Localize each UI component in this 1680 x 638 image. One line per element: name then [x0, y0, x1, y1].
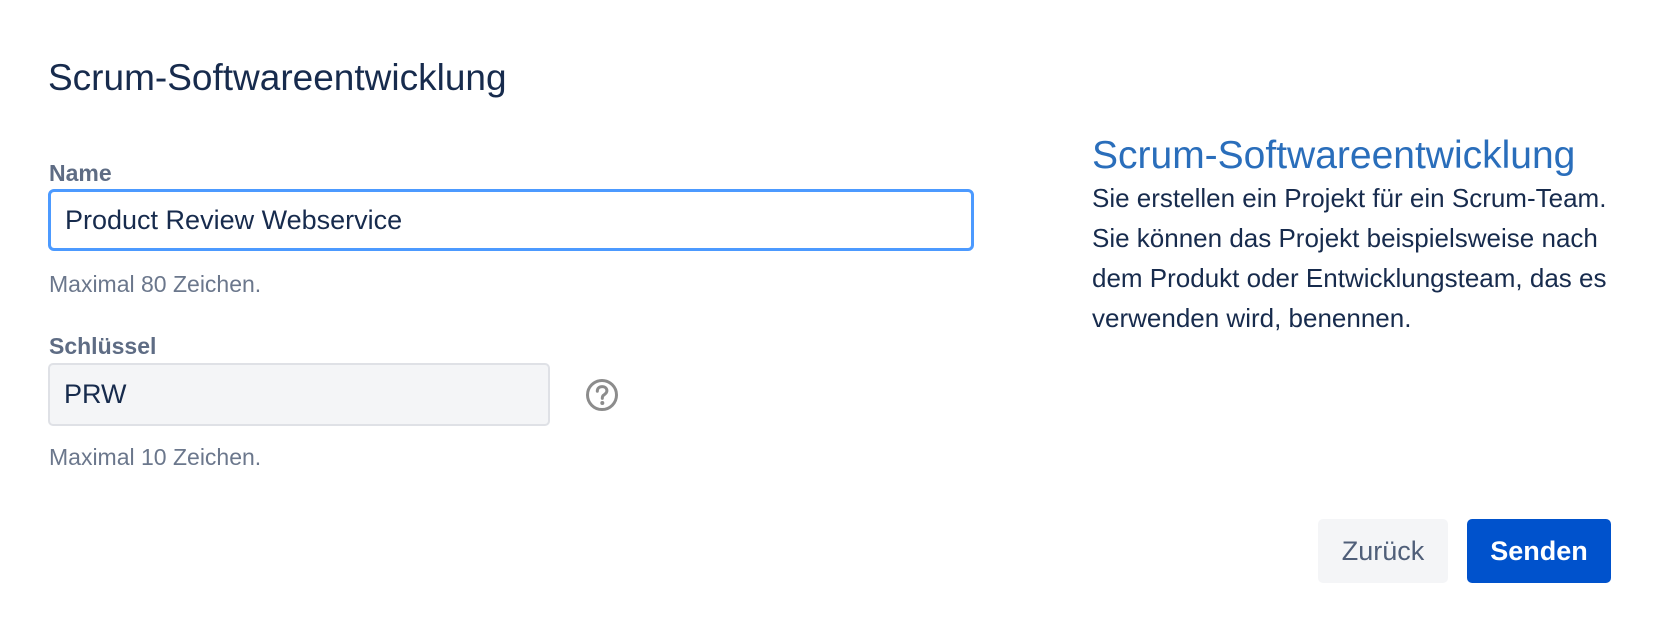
create-project-dialog: Scrum-Softwareentwicklung Name Maximal 8…: [0, 0, 1680, 638]
question-circle-icon[interactable]: [585, 378, 619, 412]
name-label: Name: [49, 160, 112, 186]
name-input[interactable]: [48, 189, 974, 251]
key-input[interactable]: [48, 363, 550, 426]
key-hint: Maximal 10 Zeichen.: [49, 444, 262, 470]
description-title: Scrum-Softwareentwicklung: [1092, 134, 1576, 177]
description-text: Sie erstellen ein Projekt für ein Scrum-…: [1092, 183, 1607, 333]
back-button[interactable]: Zurück: [1318, 519, 1448, 583]
dialog-title: Scrum-Softwareentwicklung: [48, 57, 507, 98]
key-label: Schlüssel: [49, 333, 157, 359]
submit-button[interactable]: Senden: [1467, 519, 1611, 583]
name-hint: Maximal 80 Zeichen.: [49, 271, 262, 297]
